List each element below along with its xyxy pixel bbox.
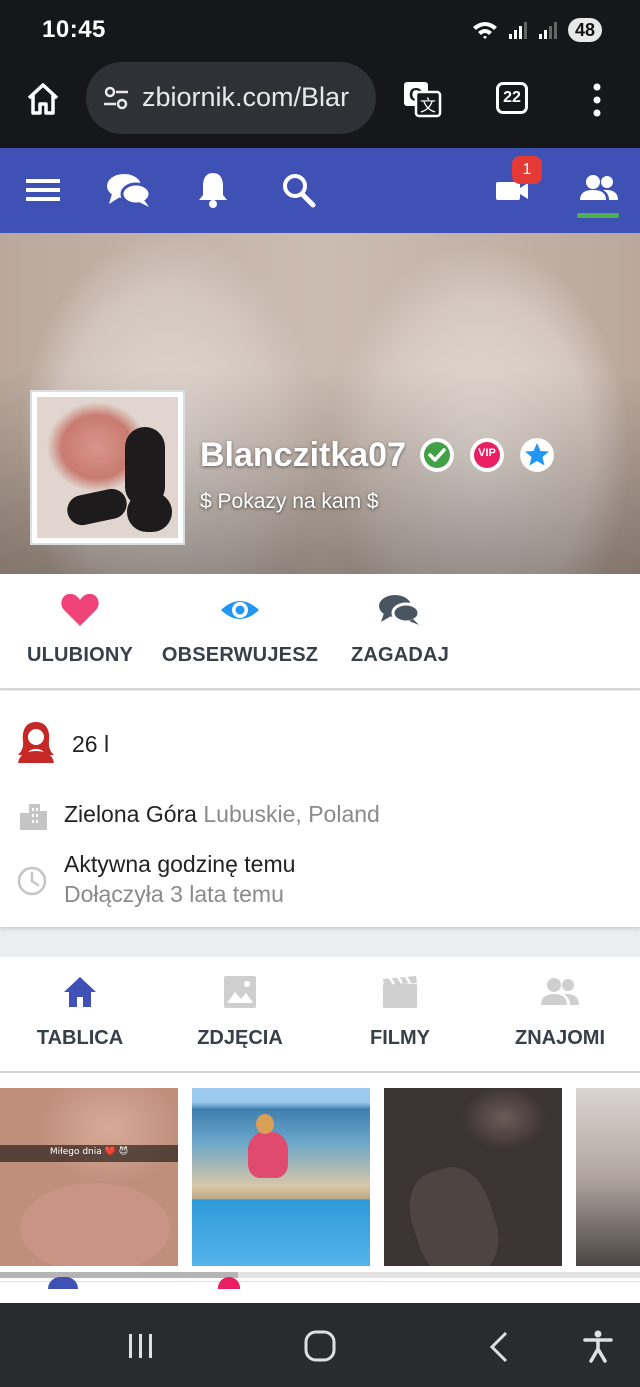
tab-zdjecia-label: ZDJĘCIA (197, 1027, 283, 1049)
status-bar: 10:45 48 (0, 0, 640, 60)
horizontal-scrollbar[interactable] (0, 1272, 640, 1278)
media-thumbnail-4[interactable] (576, 1088, 640, 1266)
tab-switcher-button[interactable]: 22 (496, 82, 528, 114)
tab-znajomi-label: ZNAJOMI (515, 1027, 605, 1049)
accessibility-icon[interactable] (582, 1329, 614, 1363)
female-avatar-icon (18, 722, 54, 763)
profile-cover-image: Blanczitka07 VIP $ Pokazy na kam $ (0, 233, 640, 574)
tab-tablica-label: TABLICA (36, 1027, 124, 1049)
profile-tagline: $ Pokazy na kam $ (200, 490, 379, 513)
more-menu-icon[interactable] (590, 80, 604, 120)
hamburger-menu-icon[interactable] (26, 170, 60, 210)
friends-icon (541, 978, 579, 1005)
avatar-image (37, 397, 178, 538)
verified-icon (420, 438, 454, 472)
favorite-label: ULUBIONY (26, 644, 134, 666)
image-icon (224, 976, 256, 1008)
thumbnail-caption: Miłego dnia ❤️ 😈 (49, 1147, 129, 1157)
star-icon (520, 438, 554, 472)
signal-icon (508, 22, 527, 39)
vip-badge: VIP (470, 438, 504, 472)
site-settings-icon[interactable] (102, 84, 130, 112)
chat-button[interactable]: ZAGADAJ (320, 592, 480, 667)
media-thumbnail-1[interactable]: Miłego dnia ❤️ 😈 (0, 1088, 178, 1266)
profile-tabs: TABLICA ZDJĘCIA FILMY ZNAJOMI (0, 957, 640, 1073)
messages-icon[interactable] (106, 170, 152, 210)
tab-tablica[interactable]: TABLICA (0, 975, 160, 1050)
profile-actions: ULUBIONY OBSERWUJESZ ZAGADAJ (0, 574, 640, 690)
scrollbar-thumb[interactable] (0, 1272, 238, 1278)
camera-notification-badge: 1 (512, 156, 542, 184)
favorite-button[interactable]: ULUBIONY (0, 592, 160, 667)
wifi-icon (472, 22, 497, 39)
friends-nav-icon[interactable] (578, 170, 620, 210)
heart-icon (61, 593, 99, 626)
region: Lubuskie, Poland (203, 801, 380, 827)
location-text: Zielona Góra Lubuskie, Poland (64, 801, 380, 828)
next-card (0, 1277, 640, 1303)
vip-label: VIP (478, 447, 496, 459)
translate-icon[interactable]: G文 (402, 80, 442, 118)
status-time: 10:45 (42, 16, 106, 43)
profile-username: Blanczitka07 (200, 436, 406, 474)
media-strip: Miłego dnia ❤️ 😈 (0, 1073, 640, 1303)
city: Zielona Góra (64, 801, 197, 827)
url-text: zbiornik.com/Blar (142, 82, 350, 112)
media-thumbnail-2[interactable] (192, 1088, 370, 1266)
film-icon (383, 976, 417, 1008)
home-icon (64, 977, 96, 1007)
tab-znajomi[interactable]: ZNAJOMI (480, 975, 640, 1050)
age-value: 26 l (72, 731, 110, 757)
status-icons: 48 (472, 18, 602, 42)
home-icon[interactable] (24, 80, 62, 118)
tab-filmy-label: FILMY (370, 1027, 430, 1049)
recent-apps-icon[interactable] (126, 1331, 156, 1361)
system-navigation-bar (0, 1303, 640, 1387)
search-icon[interactable] (282, 170, 316, 210)
site-navbar: 1 (0, 148, 640, 233)
signal-icon-2 (538, 22, 557, 39)
battery-indicator: 48 (567, 18, 602, 42)
eye-icon (221, 601, 259, 619)
last-active: Aktywna godzinę temu (64, 851, 296, 877)
follow-button[interactable]: OBSERWUJESZ (160, 592, 320, 667)
browser-toolbar: zbiornik.com/Blar G文 22 (0, 60, 640, 148)
clock-icon (17, 866, 47, 896)
follow-label: OBSERWUJESZ (161, 644, 319, 666)
active-nav-indicator (577, 213, 619, 218)
joined-text: Dołączyła 3 lata temu (64, 881, 284, 907)
home-button-icon[interactable] (303, 1329, 337, 1363)
media-thumbnail-3[interactable] (384, 1088, 562, 1266)
back-icon[interactable] (486, 1331, 512, 1363)
building-icon (20, 804, 47, 830)
bell-icon[interactable] (196, 170, 230, 210)
svg-text:文: 文 (420, 96, 436, 115)
avatar[interactable] (30, 390, 185, 545)
tab-filmy[interactable]: FILMY (320, 975, 480, 1050)
chat-label: ZAGADAJ (350, 644, 450, 666)
address-bar[interactable]: zbiornik.com/Blar (86, 62, 376, 134)
chat-icon (379, 595, 421, 625)
profile-info: 26 l Zielona Góra Lubuskie, Poland Aktyw… (0, 691, 640, 927)
tab-zdjecia[interactable]: ZDJĘCIA (160, 975, 320, 1050)
